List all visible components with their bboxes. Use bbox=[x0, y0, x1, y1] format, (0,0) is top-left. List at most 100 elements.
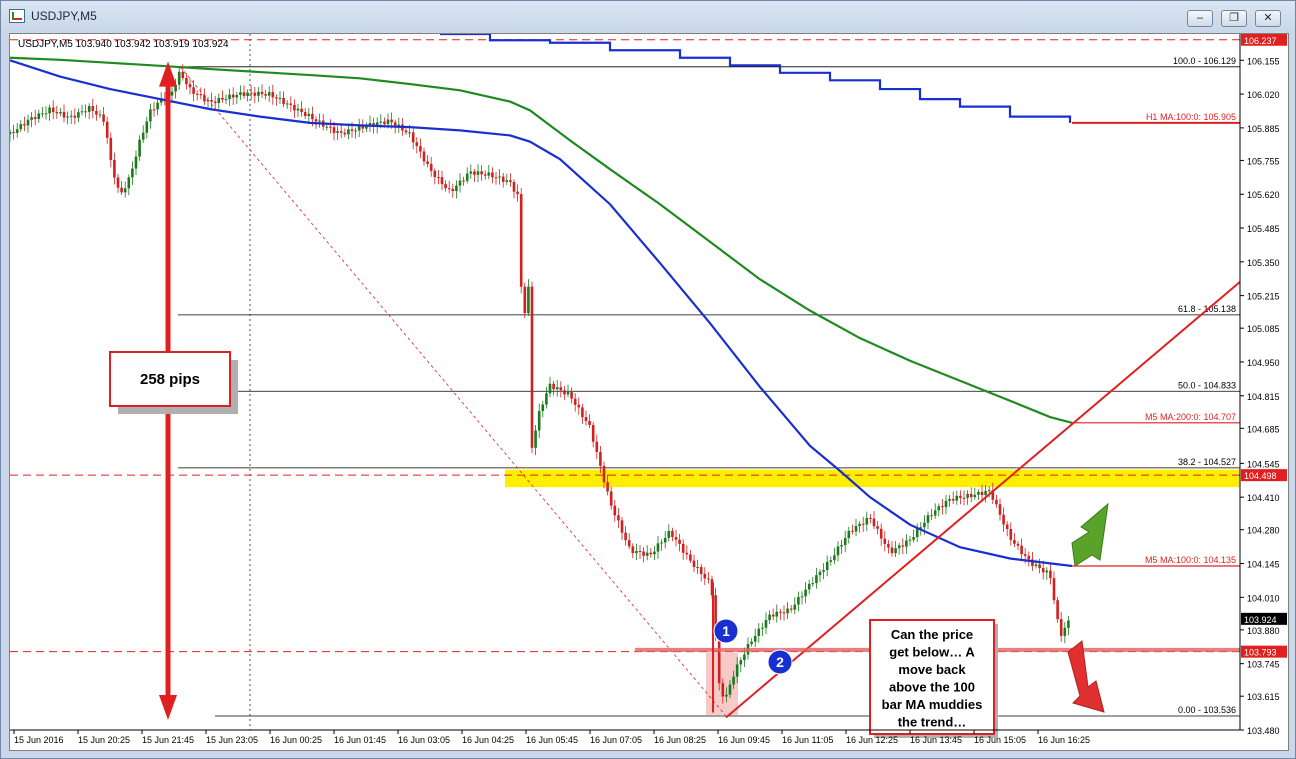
candle-body bbox=[951, 498, 955, 501]
candle-body bbox=[318, 120, 321, 122]
candle-body bbox=[915, 528, 919, 538]
candle-body bbox=[1052, 578, 1056, 601]
restore-button[interactable]: ❐ bbox=[1221, 10, 1247, 27]
candle-body bbox=[602, 465, 606, 483]
price-tag-label: 103.924 bbox=[1244, 615, 1277, 625]
candle-body bbox=[642, 551, 645, 556]
candle-body bbox=[325, 126, 329, 128]
candle-body bbox=[156, 102, 159, 110]
window-title: USDJPY,M5 bbox=[31, 9, 97, 23]
candle-body bbox=[354, 130, 357, 132]
y-tick-label: 103.480 bbox=[1247, 726, 1280, 736]
candle-body bbox=[123, 188, 127, 193]
y-tick-label: 106.020 bbox=[1247, 90, 1280, 100]
candle-body bbox=[289, 103, 293, 105]
candle-body bbox=[692, 560, 696, 568]
y-tick-label: 106.155 bbox=[1247, 56, 1280, 66]
y-tick-label: 105.620 bbox=[1247, 190, 1280, 200]
candle-body bbox=[69, 115, 73, 117]
price-tag-label: 104.498 bbox=[1244, 471, 1277, 481]
candle-body bbox=[793, 604, 797, 610]
candle-body bbox=[1016, 543, 1020, 546]
candle-body bbox=[379, 121, 383, 123]
candle-body bbox=[419, 145, 422, 152]
marker-1-label: 1 bbox=[722, 623, 730, 639]
candle-body bbox=[937, 506, 941, 511]
candle-body bbox=[192, 87, 195, 94]
title-bar[interactable]: USDJPY,M5 – ❐ ✕ bbox=[1, 1, 1295, 31]
candle-body bbox=[1013, 539, 1016, 544]
candle-body bbox=[1023, 554, 1027, 556]
chart-area[interactable]: 100.0 - 106.12961.8 - 105.13850.0 - 104.… bbox=[9, 33, 1289, 751]
candle-body bbox=[829, 560, 833, 562]
x-tick-label: 16 Jun 09:45 bbox=[718, 735, 770, 745]
candle-body bbox=[404, 130, 408, 133]
candle-body bbox=[483, 174, 487, 176]
candle-body bbox=[473, 171, 476, 175]
fibo-level-label: 50.0 - 104.833 bbox=[1178, 380, 1236, 390]
candle-body bbox=[469, 171, 473, 174]
candle-body bbox=[998, 504, 1002, 515]
price-tag-label: 103.793 bbox=[1244, 648, 1277, 658]
x-tick-label: 16 Jun 05:45 bbox=[526, 735, 578, 745]
candle-body bbox=[444, 184, 447, 189]
candle-body bbox=[757, 628, 761, 636]
y-tick-label: 104.145 bbox=[1247, 560, 1280, 570]
candle-body bbox=[275, 97, 278, 99]
candle-body bbox=[494, 177, 498, 179]
candle-body bbox=[674, 537, 678, 540]
candle-body bbox=[649, 552, 653, 555]
candle-body bbox=[393, 122, 397, 127]
candle-body bbox=[527, 286, 530, 314]
candle-body bbox=[739, 660, 743, 665]
candle-body bbox=[329, 126, 332, 128]
close-button[interactable]: ✕ bbox=[1255, 10, 1281, 27]
y-tick-label: 104.685 bbox=[1247, 424, 1280, 434]
candle-body bbox=[804, 589, 807, 597]
minimize-button[interactable]: – bbox=[1187, 10, 1213, 27]
candle-body bbox=[699, 567, 703, 574]
candle-body bbox=[897, 545, 901, 549]
candle-body bbox=[555, 387, 559, 390]
x-tick-label: 16 Jun 15:05 bbox=[974, 735, 1026, 745]
candle-body bbox=[102, 114, 105, 122]
candle-body bbox=[253, 92, 257, 96]
candle-body bbox=[1009, 528, 1013, 540]
candle-body bbox=[95, 110, 98, 115]
y-tick-label: 105.350 bbox=[1247, 258, 1280, 268]
candle-body bbox=[487, 172, 491, 176]
candle-body bbox=[843, 538, 847, 546]
candle-body bbox=[339, 131, 343, 133]
candle-body bbox=[177, 71, 181, 85]
candle-body bbox=[116, 177, 120, 188]
candle-body bbox=[545, 393, 548, 405]
candle-body bbox=[383, 121, 386, 125]
candle-body bbox=[260, 91, 264, 95]
candle-body bbox=[332, 127, 336, 133]
candle-body bbox=[800, 596, 804, 598]
candle-body bbox=[1045, 570, 1049, 573]
candle-body bbox=[847, 530, 851, 539]
candle-body bbox=[12, 131, 15, 133]
candle-body bbox=[411, 132, 415, 143]
candle-body bbox=[84, 111, 87, 113]
candle-body bbox=[973, 494, 977, 498]
candle-body bbox=[98, 114, 102, 116]
candle-body bbox=[1020, 545, 1023, 555]
candle-body bbox=[300, 108, 303, 113]
x-tick-label: 15 Jun 2016 bbox=[14, 735, 64, 745]
candle-body bbox=[671, 530, 674, 538]
candle-body bbox=[573, 398, 577, 405]
y-tick-label: 103.615 bbox=[1247, 692, 1280, 702]
ma-label: M5 MA:100:0: 104.135 bbox=[1145, 555, 1236, 565]
candle-body bbox=[541, 404, 545, 411]
candle-body bbox=[966, 493, 969, 498]
candle-body bbox=[188, 84, 192, 88]
candle-body bbox=[1059, 619, 1063, 636]
candle-body bbox=[901, 545, 905, 547]
y-tick-label: 104.545 bbox=[1247, 459, 1280, 469]
candle-body bbox=[822, 570, 825, 572]
candle-body bbox=[797, 596, 800, 605]
candle-body bbox=[33, 117, 37, 119]
candle-body bbox=[519, 194, 523, 287]
